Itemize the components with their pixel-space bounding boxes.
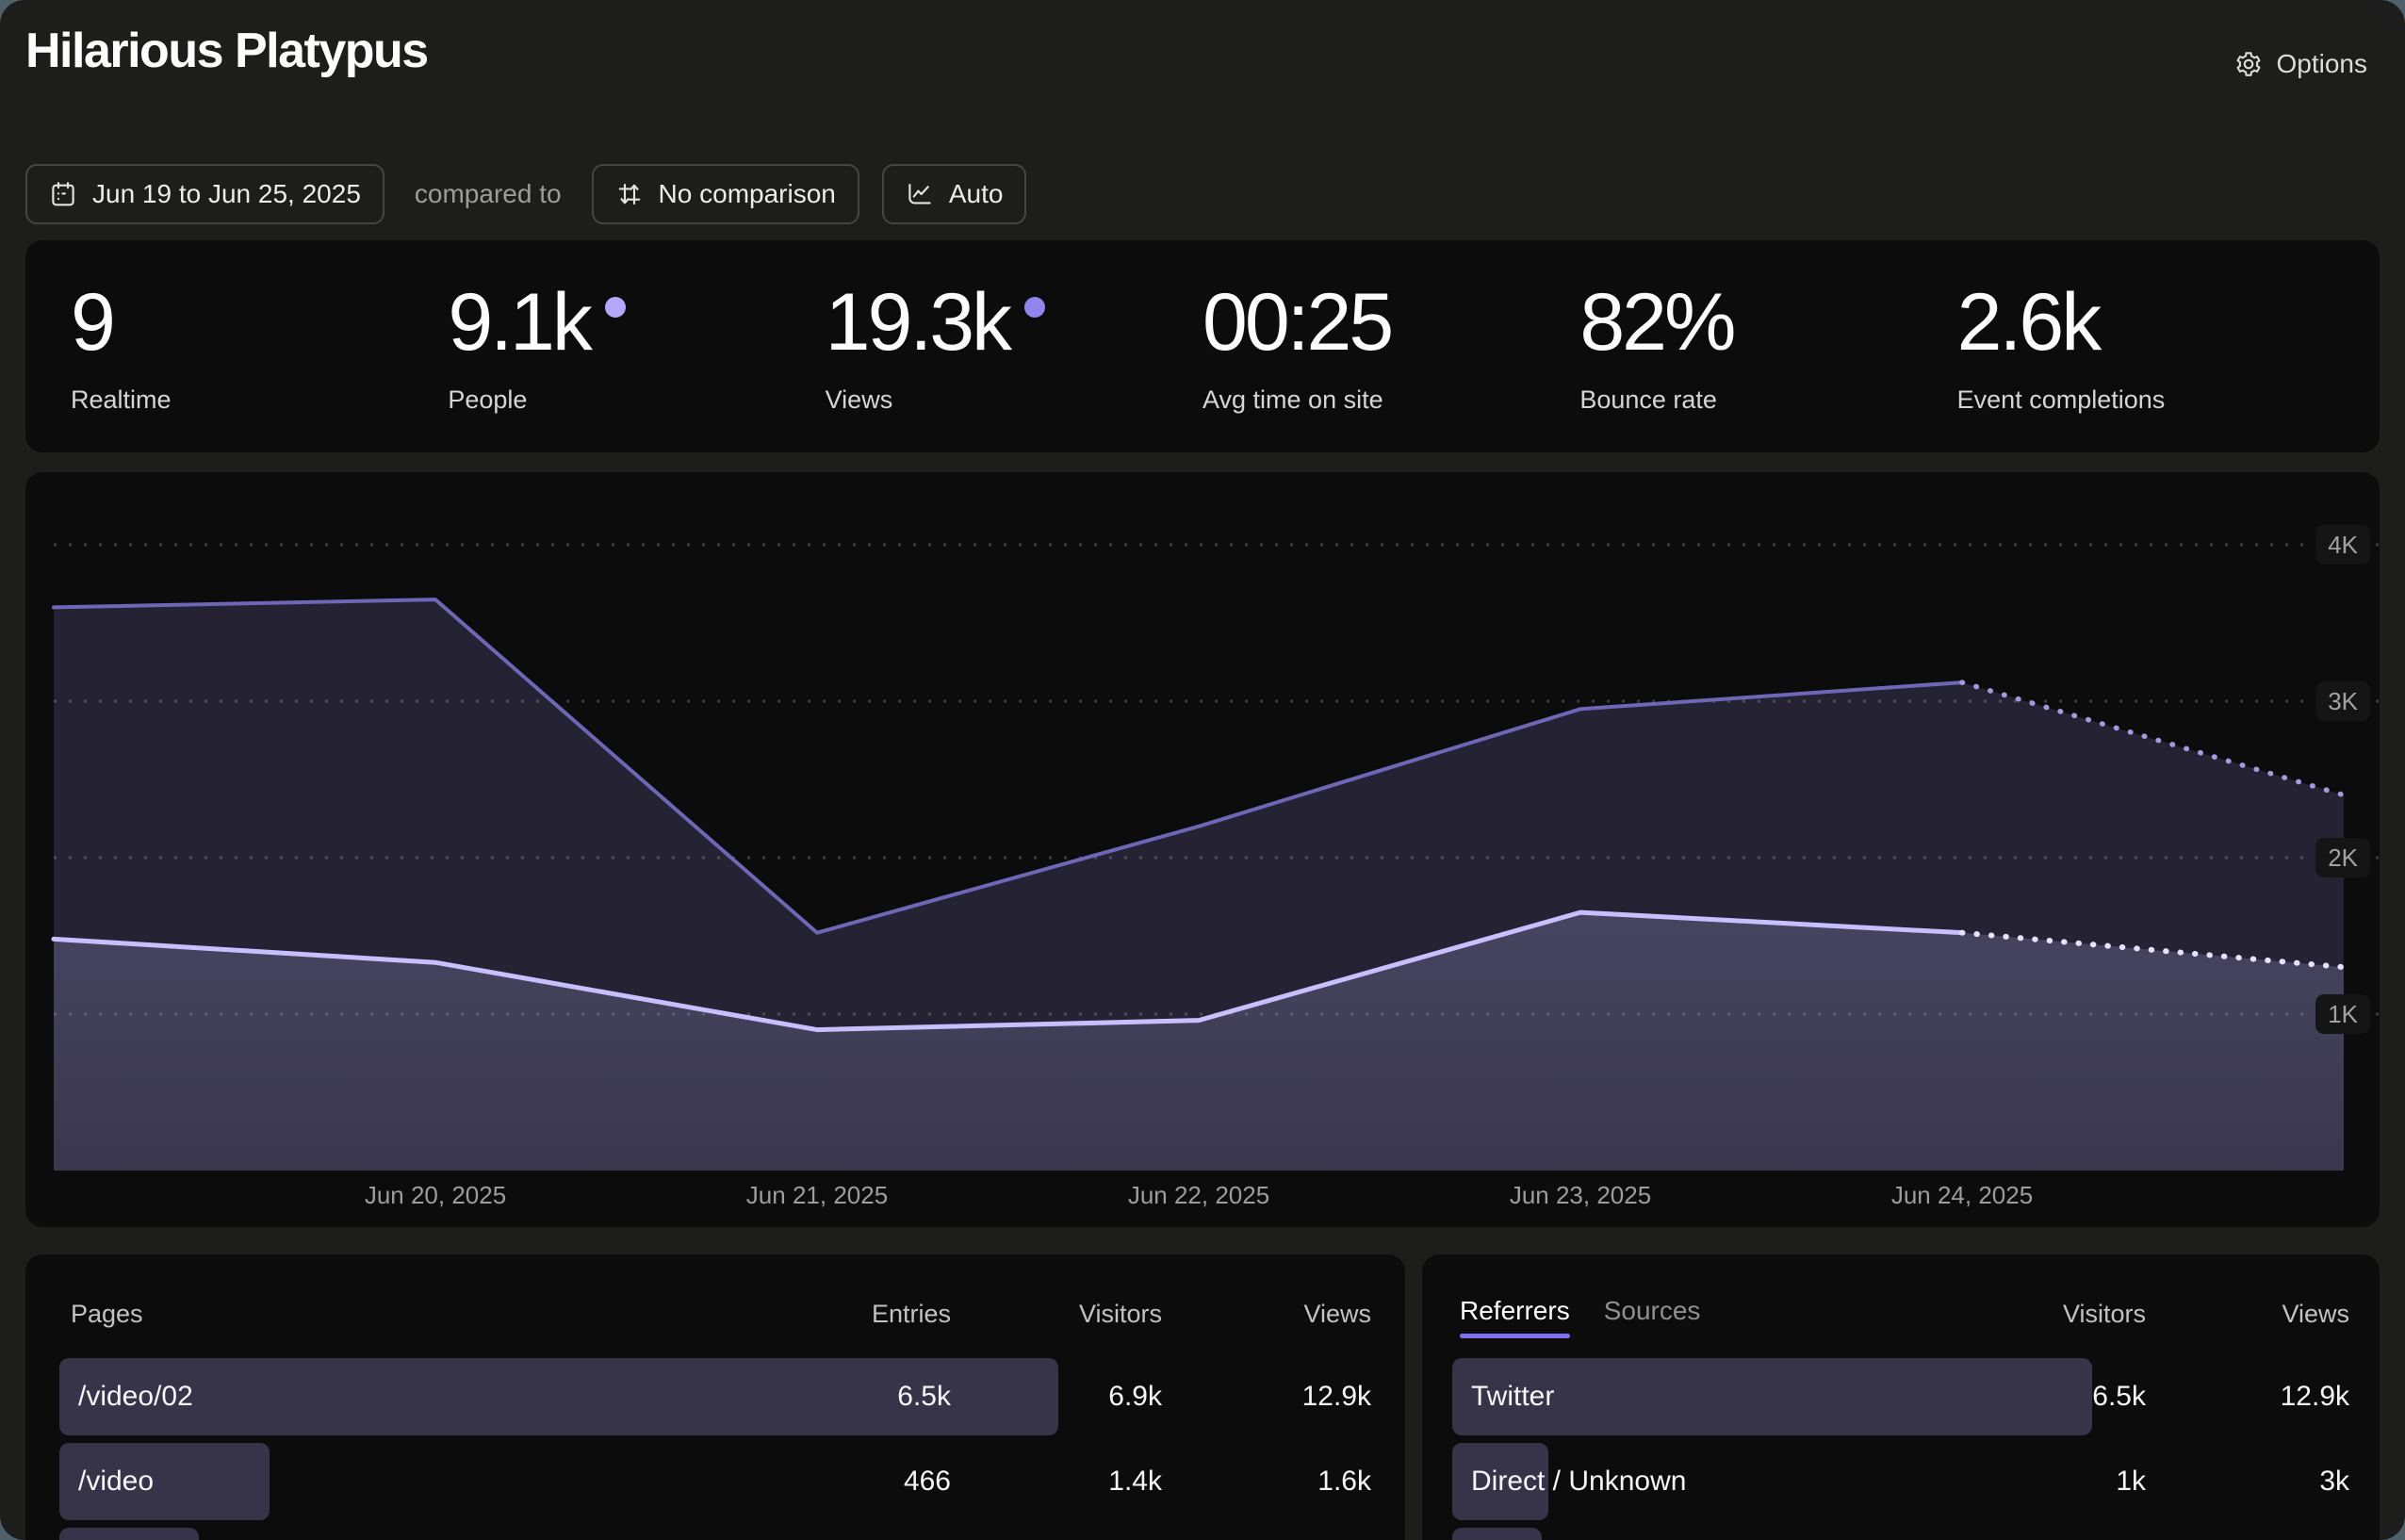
options-button[interactable]: Options bbox=[2234, 49, 2368, 79]
stat-label: People bbox=[448, 385, 825, 415]
page-row[interactable]: /video 466 1.4k 1.6k bbox=[59, 1443, 1371, 1520]
comparison-label: No comparison bbox=[659, 179, 836, 209]
stat-value: 82% bbox=[1579, 282, 1956, 365]
views-value: 3k bbox=[2319, 1466, 2349, 1498]
referrer-row[interactable]: Direct / Unknown 1k 3k bbox=[1452, 1443, 2349, 1520]
page-row[interactable]: /video/02 6.5k 6.9k 12.9k bbox=[59, 1358, 1371, 1435]
gear-icon bbox=[2234, 50, 2263, 78]
calendar-icon bbox=[49, 180, 77, 208]
column-header-visitors: Visitors bbox=[1079, 1300, 1162, 1329]
compared-to-label: compared to bbox=[415, 179, 562, 209]
views-value: 12.9k bbox=[2281, 1381, 2349, 1413]
referrers-header: Referrers Sources Visitors Views bbox=[1452, 1294, 2349, 1335]
stat-value: 9.1k bbox=[448, 282, 825, 365]
stat-value: 19.3k bbox=[826, 282, 1202, 365]
stat-label: Event completions bbox=[1957, 385, 2334, 415]
stat-label: Avg time on site bbox=[1202, 385, 1579, 415]
visitors-value: 1k bbox=[2116, 1466, 2146, 1498]
compare-arrows-icon bbox=[615, 180, 644, 208]
date-range-button[interactable]: Jun 19 to Jun 25, 2025 bbox=[25, 164, 384, 224]
traffic-chart-svg[interactable] bbox=[25, 472, 2380, 1227]
tab-referrers[interactable]: Referrers bbox=[1460, 1296, 1570, 1326]
date-range-label: Jun 19 to Jun 25, 2025 bbox=[92, 179, 361, 209]
page-row[interactable] bbox=[59, 1528, 1371, 1540]
tab-sources[interactable]: Sources bbox=[1604, 1296, 1701, 1326]
column-header-views: Views bbox=[1303, 1300, 1371, 1329]
value-bar bbox=[1452, 1528, 1542, 1540]
referrer-row[interactable]: Twitter 6.5k 12.9k bbox=[1452, 1358, 2349, 1435]
column-header-views: Views bbox=[2282, 1300, 2349, 1329]
pages-header: Pages Entries Visitors Views bbox=[59, 1294, 1371, 1335]
site-title: Hilarious Platypus bbox=[25, 23, 428, 79]
traffic-chart[interactable]: Jun 20, 2025Jun 21, 2025Jun 22, 2025Jun … bbox=[25, 472, 2380, 1227]
analytics-dashboard: Hilarious Platypus Options Jun 19 to Jun… bbox=[0, 0, 2405, 1540]
people-series-dot bbox=[605, 297, 626, 318]
stat-avg-time: 00:25 Avg time on site bbox=[1202, 282, 1579, 452]
line-chart-icon bbox=[906, 180, 934, 208]
interval-label: Auto bbox=[949, 179, 1004, 209]
visitors-value: 6.9k bbox=[1108, 1381, 1162, 1413]
referrer-row[interactable] bbox=[1452, 1528, 2349, 1540]
referrers-tabs: Referrers Sources bbox=[1460, 1296, 1700, 1326]
stat-value: 00:25 bbox=[1202, 282, 1579, 365]
views-series-dot bbox=[1024, 297, 1045, 318]
stat-label: Views bbox=[826, 385, 1202, 415]
visitors-value: 6.5k bbox=[2092, 1381, 2146, 1413]
stat-label: Bounce rate bbox=[1579, 385, 1956, 415]
pages-rows: /video/02 6.5k 6.9k 12.9k /video 466 1.4… bbox=[59, 1358, 1371, 1540]
referrer-name: Twitter bbox=[1471, 1381, 1554, 1413]
interval-button[interactable]: Auto bbox=[882, 164, 1027, 224]
value-bar bbox=[59, 1528, 199, 1540]
stat-value: 9 bbox=[71, 282, 448, 365]
stats-summary: 9 Realtime 9.1k People 19.3k Views 00:25… bbox=[25, 240, 2380, 452]
toolbar: Jun 19 to Jun 25, 2025 compared to No co… bbox=[25, 164, 1026, 224]
pages-panel: Pages Entries Visitors Views /video/02 6… bbox=[25, 1254, 1405, 1540]
stat-bounce-rate: 82% Bounce rate bbox=[1579, 282, 1956, 452]
stat-realtime: 9 Realtime bbox=[71, 282, 448, 452]
referrer-name: Direct / Unknown bbox=[1471, 1466, 1686, 1498]
page-path: /video/02 bbox=[78, 1381, 193, 1413]
pages-title: Pages bbox=[71, 1300, 143, 1329]
column-header-visitors: Visitors bbox=[2063, 1300, 2146, 1329]
stat-event-completions: 2.6k Event completions bbox=[1957, 282, 2334, 452]
column-header-entries: Entries bbox=[872, 1300, 951, 1329]
options-label: Options bbox=[2277, 49, 2368, 79]
page-path: /video bbox=[78, 1466, 154, 1498]
stat-views[interactable]: 19.3k Views bbox=[826, 282, 1202, 452]
views-value: 1.6k bbox=[1317, 1466, 1371, 1498]
entries-value: 466 bbox=[904, 1466, 951, 1498]
entries-value: 6.5k bbox=[897, 1381, 951, 1413]
stat-label: Realtime bbox=[71, 385, 448, 415]
views-value: 12.9k bbox=[1302, 1381, 1371, 1413]
comparison-button[interactable]: No comparison bbox=[592, 164, 859, 224]
visitors-value: 1.4k bbox=[1108, 1466, 1162, 1498]
referrers-rows: Twitter 6.5k 12.9k Direct / Unknown 1k 3… bbox=[1452, 1358, 2349, 1540]
referrers-panel: Referrers Sources Visitors Views Twitter… bbox=[1422, 1254, 2380, 1540]
stat-value: 2.6k bbox=[1957, 282, 2334, 365]
stat-people[interactable]: 9.1k People bbox=[448, 282, 825, 452]
